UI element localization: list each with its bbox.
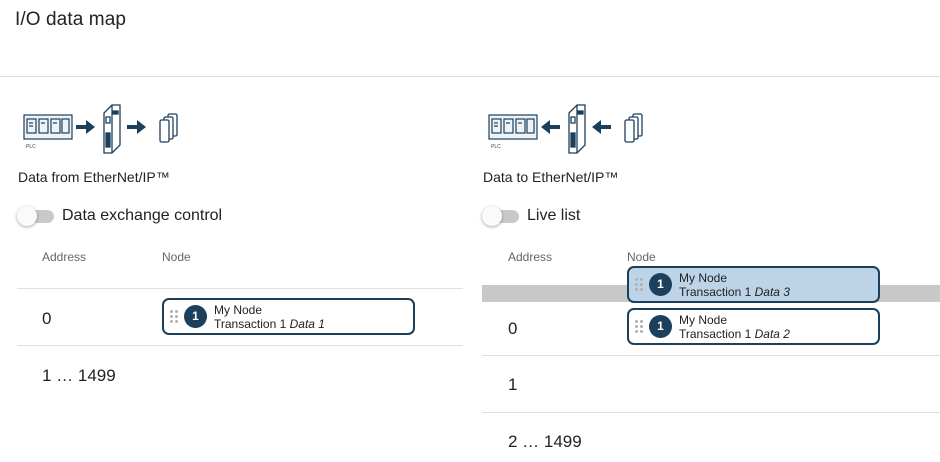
data-flow-diagram: PLC	[488, 104, 643, 154]
transaction-line: Transaction 1 Data 1	[214, 317, 325, 331]
transaction-label: Transaction 1	[679, 285, 752, 299]
arrow-left-icon	[592, 120, 611, 134]
transaction-line: Transaction 1 Data 3	[679, 285, 790, 299]
direction-label: Data from EtherNet/IP™	[18, 169, 170, 185]
data-exchange-control-toggle-row[interactable]: Data exchange control	[17, 206, 222, 226]
toggle-thumb	[17, 206, 37, 226]
chip-text: My Node Transaction 1 Data 3	[679, 271, 790, 299]
data-label: Data 3	[754, 285, 790, 299]
column-header-node: Node	[162, 250, 191, 264]
gateway-device-icon	[103, 104, 121, 154]
address-row: 1 … 1499	[17, 346, 463, 403]
address-value: 0	[42, 309, 52, 328]
gateway-device-icon	[568, 104, 586, 154]
page-header: I/O data map	[0, 0, 940, 77]
address-value: 1	[508, 375, 518, 394]
column-header-address: Address	[42, 250, 87, 264]
arrow-right-icon	[127, 120, 146, 134]
transaction-label: Transaction 1	[679, 327, 752, 341]
transaction-badge: 1	[649, 273, 672, 296]
data-exchange-control-toggle[interactable]	[17, 206, 54, 226]
node-data-chip[interactable]: 1 My Node Transaction 1 Data 1	[162, 298, 415, 335]
devices-stack-icon	[624, 113, 643, 143]
plc-caption: PLC	[491, 144, 501, 150]
toggle-label: Live list	[527, 207, 581, 224]
panel-data-from-ethernetip: PLC Data from EtherNet/IP™ Data exchange…	[0, 77, 470, 462]
plc-icon	[23, 114, 73, 140]
transaction-line: Transaction 1 Data 2	[679, 327, 790, 341]
page-title: I/O data map	[15, 9, 127, 30]
drag-handle-icon[interactable]	[635, 320, 645, 334]
toggle-thumb	[482, 206, 502, 226]
node-data-chip[interactable]: 1 My Node Transaction 1 Data 2	[627, 308, 880, 345]
data-label: Data 1	[289, 317, 325, 331]
address-value: 1 … 1499	[42, 366, 116, 385]
arrow-right-icon	[76, 120, 95, 134]
column-header-address: Address	[508, 250, 553, 264]
direction-label: Data to EtherNet/IP™	[483, 169, 619, 185]
address-value: 0	[508, 319, 518, 338]
plc-caption: PLC	[26, 144, 36, 150]
arrow-left-icon	[541, 120, 560, 134]
address-row: 0 1 My Node Transaction 1 Data 2	[482, 302, 940, 359]
panel-data-to-ethernetip: PLC Data to EtherNet/IP™ Live list Addre…	[470, 77, 940, 462]
devices-stack-icon	[159, 113, 178, 143]
node-name: My Node	[679, 271, 728, 285]
address-value: 2 … 1499	[508, 432, 582, 451]
node-data-chip-dragging[interactable]: 1 My Node Transaction 1 Data 3	[627, 266, 880, 303]
chip-text: My Node Transaction 1 Data 2	[679, 313, 790, 341]
transaction-label: Transaction 1	[214, 317, 287, 331]
live-list-toggle[interactable]	[482, 206, 519, 226]
data-label: Data 2	[754, 327, 790, 341]
address-row: 1	[482, 356, 940, 413]
chip-text: My Node Transaction 1 Data 1	[214, 303, 325, 331]
address-row: 0 1 My Node Transaction 1 Data 1	[17, 289, 463, 346]
plc-icon	[488, 114, 538, 140]
live-list-toggle-row[interactable]: Live list	[482, 206, 580, 226]
drag-handle-icon[interactable]	[170, 310, 180, 324]
node-name: My Node	[679, 313, 728, 327]
data-flow-diagram: PLC	[23, 104, 178, 154]
toggle-label: Data exchange control	[62, 207, 223, 224]
drag-handle-icon[interactable]	[635, 278, 645, 292]
address-row: 2 … 1499	[482, 413, 940, 462]
column-header-node: Node	[627, 250, 656, 264]
transaction-badge: 1	[649, 315, 672, 338]
transaction-badge: 1	[184, 305, 207, 328]
node-name: My Node	[214, 303, 263, 317]
